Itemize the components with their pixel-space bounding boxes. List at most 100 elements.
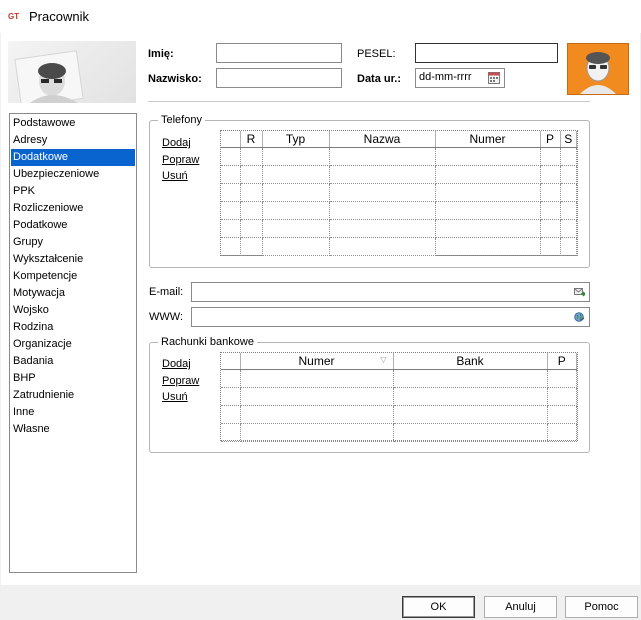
phones-cell[interactable] [435,237,541,256]
phones-cell[interactable] [329,201,436,220]
phones-cell[interactable] [240,165,263,184]
bank-cell[interactable] [393,369,548,388]
cancel-button[interactable]: Anuluj [484,596,557,618]
sidebar-item-13[interactable]: Organizacje [11,336,135,353]
bank-cell[interactable] [547,405,577,424]
phones-cell[interactable] [221,201,241,220]
birth-date-input[interactable]: dd-mm-rrrr [415,68,505,88]
bank-cell[interactable] [547,369,577,388]
sidebar-item-12[interactable]: Rodzina [11,319,135,336]
phones-cell[interactable] [221,147,241,166]
bank-column-header-0[interactable] [221,353,241,370]
phones-cell[interactable] [262,219,330,238]
bank-cell[interactable] [221,387,241,406]
phones-cell[interactable] [540,183,561,202]
phones-cell[interactable] [435,219,541,238]
bank-cell[interactable] [221,405,241,424]
phones-cell[interactable] [540,201,561,220]
phones-table-row[interactable] [221,165,577,184]
sidebar-item-18[interactable]: Własne [11,421,135,438]
phones-table-row[interactable] [221,219,577,238]
phones-column-header-1[interactable]: R [240,131,263,148]
phones-delete-link[interactable]: Usuń [162,170,188,182]
sidebar-item-2[interactable]: Dodatkowe [11,149,135,166]
phones-cell[interactable] [262,165,330,184]
www-field[interactable] [191,307,590,327]
bank-cell[interactable] [240,387,394,406]
bank-cell[interactable] [547,423,577,442]
bank-add-link[interactable]: Dodaj [162,358,191,370]
bank-cell[interactable] [547,387,577,406]
phones-cell[interactable] [540,237,561,256]
phones-cell[interactable] [435,165,541,184]
sidebar-item-11[interactable]: Wojsko [11,302,135,319]
bank-cell[interactable] [393,423,548,442]
phones-cell[interactable] [435,147,541,166]
phones-table-row[interactable] [221,201,577,220]
phones-table-row[interactable] [221,183,577,202]
phones-table-row[interactable] [221,237,577,256]
open-website-icon[interactable] [574,312,585,322]
section-list[interactable]: Podstawowe Adresy Dodatkowe Ubezpieczeniowe… [9,113,137,573]
bank-table-row[interactable] [221,387,577,406]
bank-cell[interactable] [240,423,394,442]
bank-edit-link[interactable]: Popraw [162,375,199,387]
first-name-input[interactable] [216,43,342,63]
phones-column-header-5[interactable]: P [540,131,561,148]
sidebar-item-3[interactable]: Ubezpieczeniowe [11,166,135,183]
phones-cell[interactable] [240,219,263,238]
sidebar-item-15[interactable]: BHP [11,370,135,387]
bank-cell[interactable] [221,369,241,388]
phones-grid[interactable]: R Typ Nazwa Numer P S [220,130,578,256]
pesel-input[interactable] [415,43,558,63]
sidebar-item-17[interactable]: Inne [11,404,135,421]
phones-cell[interactable] [540,219,561,238]
bank-cell[interactable] [393,387,548,406]
bank-table-row[interactable] [221,369,577,388]
sidebar-item-0[interactable]: Podstawowe [11,115,135,132]
bank-accounts-grid[interactable]: Numer ▽ Bank P [220,352,578,442]
phones-cell[interactable] [560,219,577,238]
bank-cell[interactable] [240,405,394,424]
phones-cell[interactable] [221,165,241,184]
sidebar-item-7[interactable]: Grupy [11,234,135,251]
bank-table-row[interactable] [221,423,577,442]
phones-add-link[interactable]: Dodaj [162,137,191,149]
phones-column-header-6[interactable]: S [560,131,577,148]
email-field[interactable] [191,282,590,302]
phones-cell[interactable] [240,147,263,166]
phones-cell[interactable] [560,183,577,202]
sidebar-item-16[interactable]: Zatrudnienie [11,387,135,404]
bank-cell[interactable] [240,369,394,388]
phones-column-header-3[interactable]: Nazwa [329,131,436,148]
phones-cell[interactable] [540,147,561,166]
bank-column-header-1[interactable]: Numer ▽ [240,353,394,370]
sidebar-item-8[interactable]: Wykształcenie [11,251,135,268]
phones-cell[interactable] [560,237,577,256]
sidebar-item-14[interactable]: Badania [11,353,135,370]
sidebar-item-10[interactable]: Motywacja [11,285,135,302]
bank-column-header-2[interactable]: Bank [393,353,548,370]
phones-cell[interactable] [435,201,541,220]
phones-cell[interactable] [560,165,577,184]
bank-column-header-3[interactable]: P [547,353,577,370]
phones-cell[interactable] [329,183,436,202]
bank-delete-link[interactable]: Usuń [162,391,188,403]
sidebar-item-4[interactable]: PPK [11,183,135,200]
phones-cell[interactable] [262,147,330,166]
phones-cell[interactable] [540,165,561,184]
phones-cell[interactable] [435,183,541,202]
bank-cell[interactable] [393,405,548,424]
sidebar-item-6[interactable]: Podatkowe [11,217,135,234]
phones-edit-link[interactable]: Popraw [162,154,199,166]
phones-cell[interactable] [262,183,330,202]
phones-column-header-0[interactable] [221,131,241,148]
bank-table-row[interactable] [221,405,577,424]
phones-cell[interactable] [560,147,577,166]
sidebar-item-5[interactable]: Rozliczeniowe [11,200,135,217]
phones-column-header-4[interactable]: Numer [435,131,541,148]
employee-avatar[interactable] [567,43,629,95]
phones-cell[interactable] [240,237,263,256]
ok-button[interactable]: OK [402,596,475,618]
last-name-input[interactable] [216,68,342,88]
